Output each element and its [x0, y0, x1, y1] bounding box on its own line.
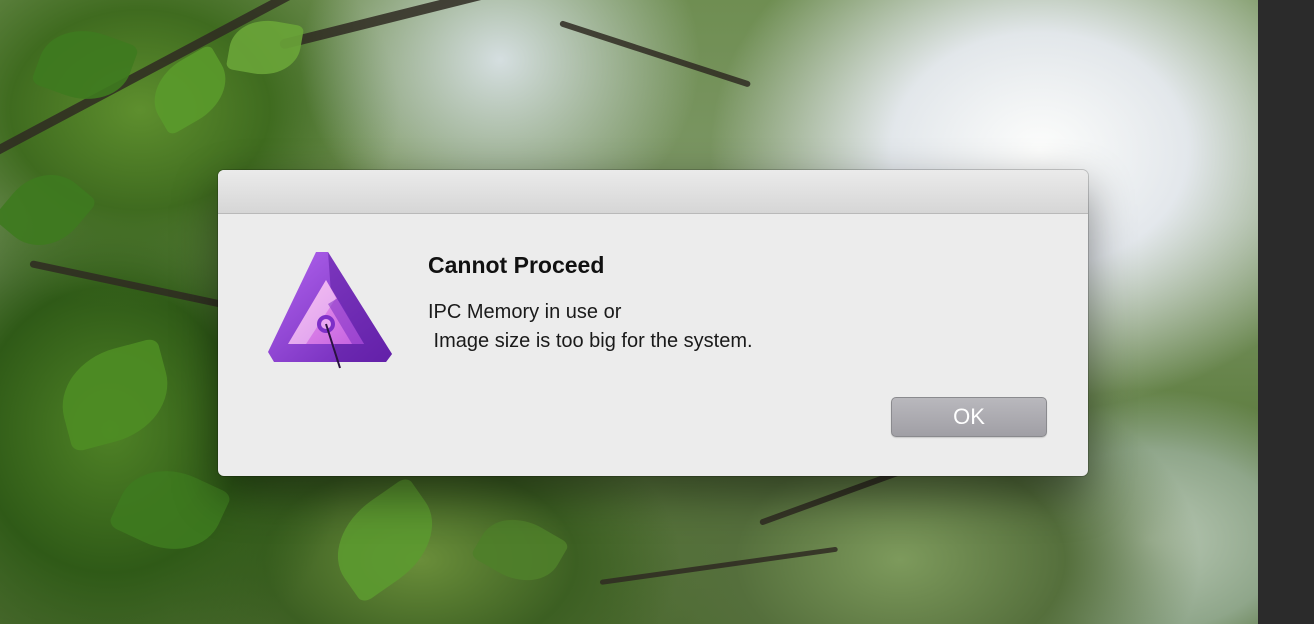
leaf	[317, 475, 453, 605]
alert-dialog: Cannot Proceed IPC Memory in use or Imag…	[218, 170, 1088, 476]
leaf	[0, 156, 98, 264]
dialog-message: IPC Memory in use or Image size is too b…	[428, 301, 753, 352]
tree-branch	[599, 546, 839, 585]
app-side-panel	[1258, 0, 1314, 624]
tree-branch	[559, 20, 752, 88]
leaf	[50, 337, 180, 453]
leaf	[107, 452, 233, 568]
affinity-photo-icon	[268, 252, 392, 369]
ok-button[interactable]: OK	[891, 397, 1047, 437]
leaf	[30, 16, 140, 114]
dialog-title: Cannot Proceed	[428, 252, 605, 278]
dialog-titlebar[interactable]	[218, 170, 1088, 214]
tree-branch	[278, 0, 534, 50]
leaf	[140, 44, 240, 136]
screen: Cannot Proceed IPC Memory in use or Imag…	[0, 0, 1314, 624]
leaf	[470, 504, 570, 596]
